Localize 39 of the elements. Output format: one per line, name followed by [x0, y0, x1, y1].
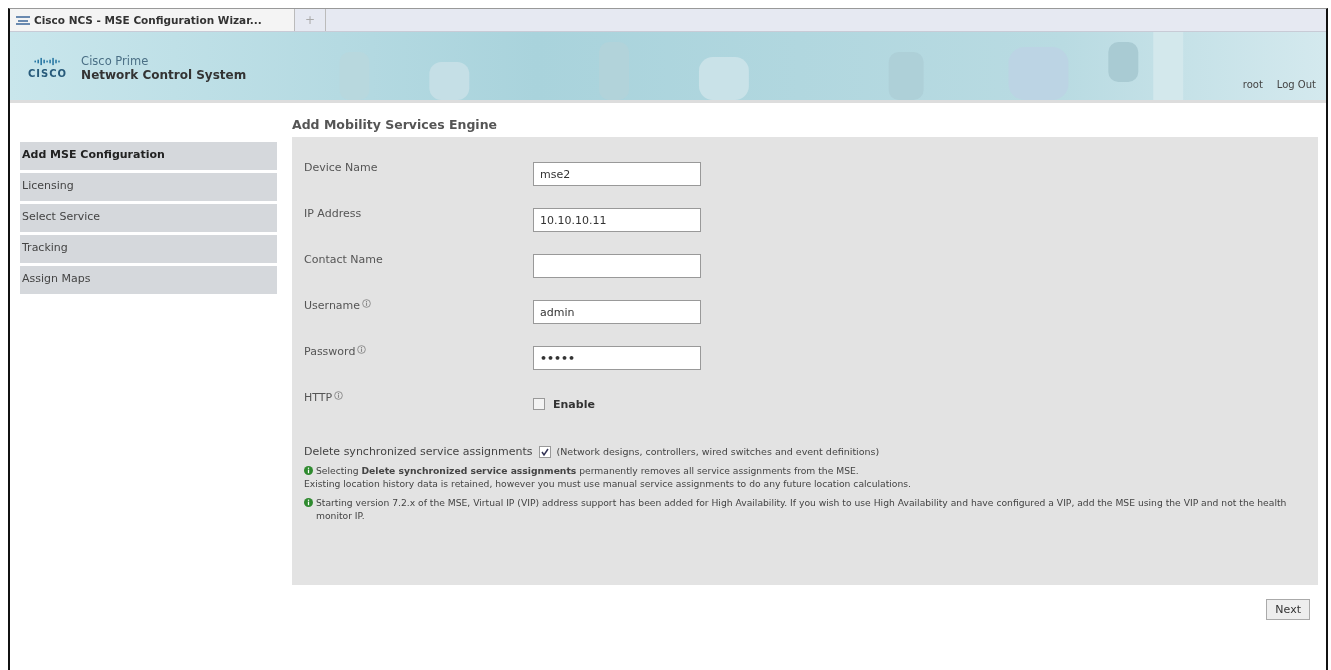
note-text: Existing location history data is retained, however you must use manual service assignments to do any future location calculations.	[304, 477, 911, 490]
input-field[interactable]	[533, 254, 701, 278]
sidebar-item[interactable]: Licensing	[20, 173, 277, 201]
input-field[interactable]: mse2	[533, 162, 701, 186]
sidebar-item[interactable]: Tracking	[20, 235, 277, 263]
checkbox-note: (Network designs, controllers, wired switches and event definitions)	[556, 446, 880, 457]
field-label: IP Address	[304, 206, 362, 220]
info-icon	[304, 466, 313, 475]
form-title: Add Mobility Services Engine	[292, 116, 499, 134]
info-icon	[357, 344, 367, 354]
checkbox[interactable]	[538, 445, 551, 458]
note-text: Selecting Delete synchronized service assignments permanently removes all service assignments from the MSE.	[316, 464, 859, 477]
user-name: root	[1242, 79, 1263, 90]
info-icon	[334, 390, 344, 400]
checkbox-label: Enable	[553, 397, 595, 411]
product-line: Cisco Prime	[81, 54, 150, 68]
input-field[interactable]: admin	[533, 300, 701, 324]
field-label: Username	[304, 298, 361, 312]
field-label: HTTP	[304, 390, 333, 404]
cisco-bars-icon	[32, 57, 63, 66]
input-field[interactable]: 10.10.10.11	[533, 208, 701, 232]
note-text: Starting version 7.2.x of the MSE, Virtual IP (VIP) address support has been added for High Availability. If you wish to use High Availability and have configured a VIP, add the MSE using the VIP and not the health monitor IP.	[316, 496, 1288, 522]
browser-tab[interactable]: Cisco NCS - MSE Configuration Wizar...	[10, 9, 295, 31]
sidebar-item[interactable]: Add MSE Configuration	[20, 142, 277, 170]
info-icon	[362, 298, 372, 308]
input-field[interactable]: •••••	[533, 346, 701, 370]
field-label: Contact Name	[304, 252, 383, 266]
field-label: Password	[304, 344, 356, 358]
field-label: Device Name	[304, 160, 378, 174]
sidebar-item[interactable]: Assign Maps	[20, 266, 277, 294]
tab-title: Cisco NCS - MSE Configuration Wizar...	[34, 14, 262, 26]
checkbox-label: Delete synchronized service assignments	[304, 445, 533, 458]
logout-link[interactable]: Log Out	[1276, 79, 1316, 90]
sidebar-item[interactable]: Select Service	[20, 204, 277, 232]
logo-text: CISCO	[28, 68, 68, 79]
next-button[interactable]: Next	[1266, 599, 1310, 620]
info-icon	[304, 498, 313, 507]
checkbox[interactable]	[533, 398, 545, 410]
product-name: Network Control System	[81, 68, 247, 82]
